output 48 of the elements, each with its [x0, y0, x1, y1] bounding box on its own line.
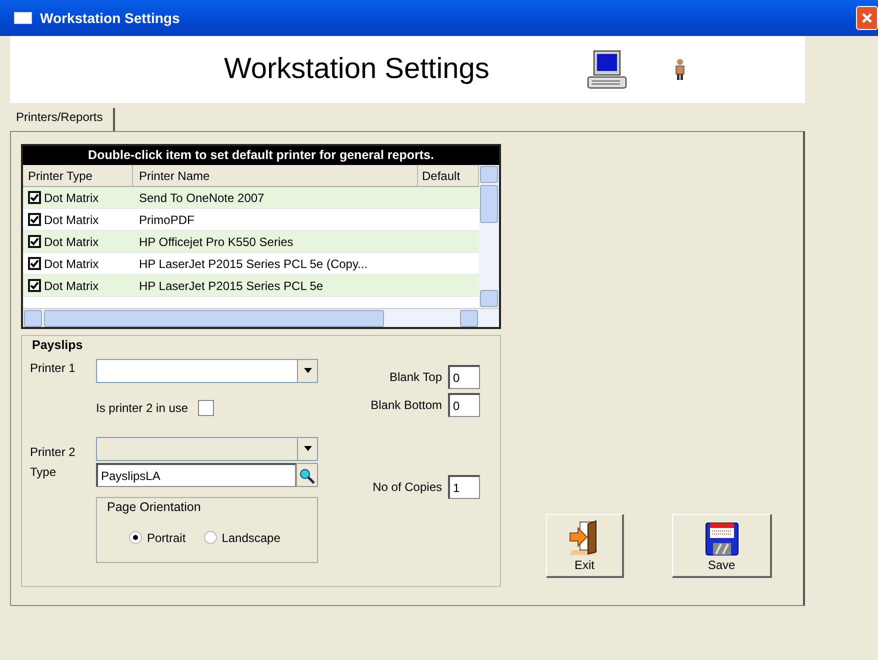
field-label: Blank Bottom — [370, 396, 442, 414]
checkbox[interactable] — [28, 213, 41, 226]
field-label: Printer 1 — [30, 360, 76, 377]
window-icon — [14, 12, 32, 24]
field-label: Is printer 2 in use — [96, 400, 188, 417]
scroll-thumb[interactable] — [44, 310, 384, 327]
exit-button[interactable]: Exit — [546, 514, 624, 578]
checkbox[interactable] — [198, 400, 214, 416]
search-icon — [299, 468, 315, 484]
table-cell-text: HP Officejet Pro K550 Series — [139, 234, 294, 250]
copies-field[interactable]: 1 — [448, 474, 480, 499]
dropdown[interactable] — [96, 358, 318, 383]
column-header[interactable]: Printer Name — [133, 165, 418, 186]
list-caption: Double-click item to set default printer for general reports. — [23, 146, 499, 165]
header-title: Workstation Settings — [224, 52, 490, 87]
search-button[interactable] — [296, 462, 318, 487]
checkbox[interactable] — [28, 235, 41, 248]
table-cell-text: Dot Matrix — [44, 278, 99, 294]
field-label: Blank Top — [390, 368, 442, 386]
column-header[interactable]: Printer Type — [23, 165, 133, 186]
table-cell-text: HP LaserJet P2015 Series PCL 5e — [139, 278, 324, 294]
table-cell-text: Dot Matrix — [44, 190, 99, 206]
field-label: No of Copies — [372, 478, 442, 496]
close-icon — [861, 12, 873, 24]
caret-icon — [304, 446, 312, 452]
window-title: Workstation Settings — [40, 8, 180, 28]
tab[interactable]: Printers/Reports — [10, 108, 115, 131]
table-cell-text: Send To OneNote 2007 — [139, 190, 264, 206]
checkbox[interactable] — [28, 191, 41, 204]
scroll-thumb[interactable] — [480, 185, 498, 223]
save-button[interactable]: Save — [672, 514, 772, 578]
person-icon — [674, 58, 686, 80]
blank-bottom-field[interactable]: 0 — [448, 392, 480, 417]
table-cell-text: Dot Matrix — [44, 234, 99, 250]
caret-icon — [304, 368, 312, 374]
field-label: Type — [30, 464, 58, 481]
type-field[interactable]: PayslipsLA — [96, 462, 296, 487]
radio-option[interactable]: Landscape — [204, 528, 280, 546]
field-label: Printer 2 — [30, 444, 76, 461]
table-cell-text: Dot Matrix — [44, 212, 99, 228]
table-cell-text: PrimoPDF — [139, 212, 194, 228]
radio-option[interactable]: Portrait — [129, 528, 186, 546]
table-cell-text: HP LaserJet P2015 Series PCL 5e (Copy... — [139, 256, 368, 272]
checkbox[interactable] — [28, 257, 41, 270]
table-cell-text: Dot Matrix — [44, 256, 99, 272]
close-button[interactable] — [856, 6, 878, 30]
checkbox[interactable] — [28, 279, 41, 292]
blank-top-field[interactable]: 0 — [448, 364, 480, 389]
